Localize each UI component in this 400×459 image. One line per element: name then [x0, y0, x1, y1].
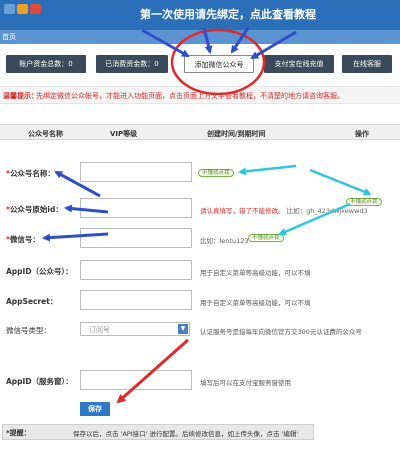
red-arrow — [116, 338, 189, 404]
cyan-arrow — [309, 168, 372, 196]
annotation-overlay — [42, 27, 372, 404]
cyan-arrow — [278, 202, 351, 236]
cyan-arrow — [238, 164, 297, 176]
blue-arrow — [42, 232, 109, 242]
blue-arrows — [42, 27, 297, 242]
highlight-circle — [170, 28, 266, 96]
blue-arrow — [54, 170, 101, 198]
blue-arrow — [64, 204, 109, 214]
cyan-arrows — [238, 164, 372, 236]
